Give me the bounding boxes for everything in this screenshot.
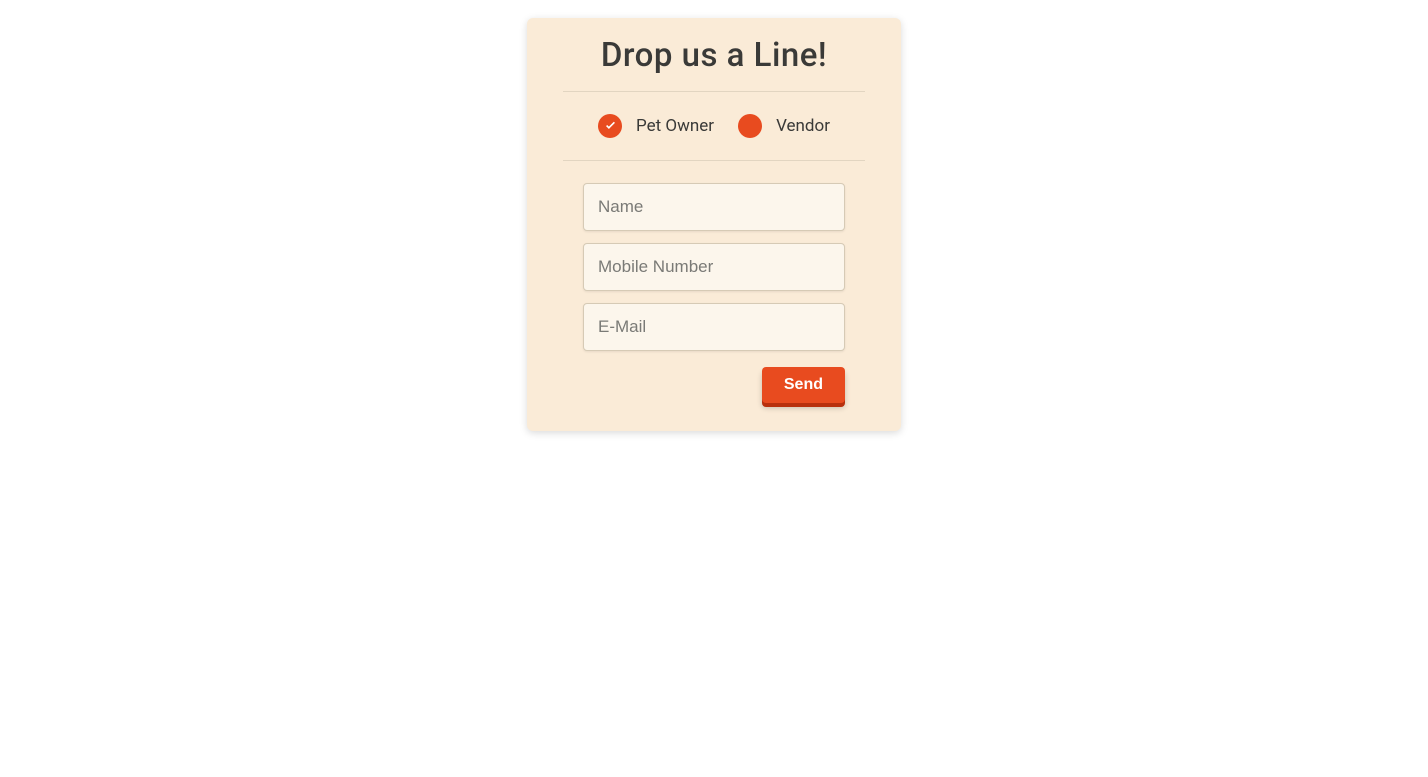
mobile-field[interactable]: [583, 243, 845, 291]
user-type-radio-group: Pet Owner Vendor: [563, 92, 865, 160]
input-group: [563, 161, 865, 363]
radio-unchecked-icon: [738, 114, 762, 138]
button-row: Send: [563, 363, 865, 403]
checkmark-icon: [604, 120, 617, 133]
radio-pet-owner-label: Pet Owner: [636, 116, 714, 136]
radio-vendor-label: Vendor: [776, 116, 830, 136]
radio-checked-icon: [598, 114, 622, 138]
radio-pet-owner[interactable]: Pet Owner: [598, 114, 714, 138]
contact-form-card: Drop us a Line! Pet Owner Vendor Send: [527, 18, 901, 431]
name-field[interactable]: [583, 183, 845, 231]
form-title: Drop us a Line!: [563, 36, 865, 91]
email-field[interactable]: [583, 303, 845, 351]
radio-vendor[interactable]: Vendor: [738, 114, 830, 138]
send-button[interactable]: Send: [762, 367, 845, 403]
